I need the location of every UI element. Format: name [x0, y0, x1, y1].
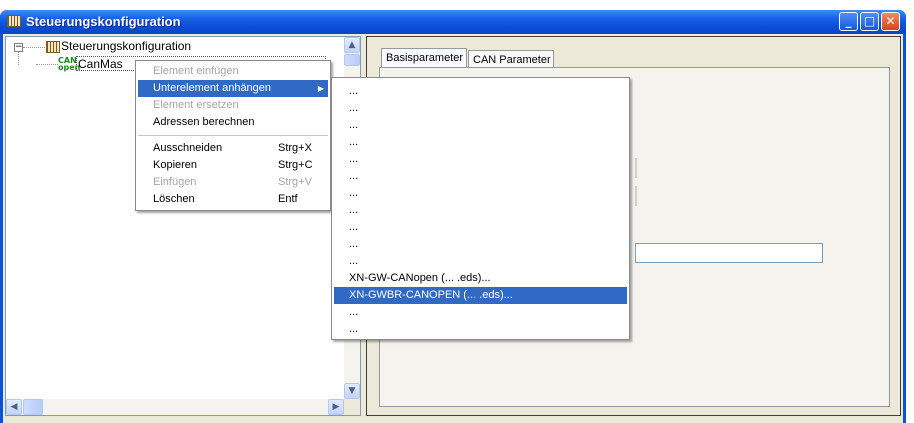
menu-shortcut: Strg+X [278, 142, 312, 154]
maximize-button[interactable]: □ [860, 12, 879, 31]
submenu-item[interactable]: ... [334, 83, 627, 100]
tree-connector [18, 52, 19, 65]
submenu-item-xn-gwbr-canopen[interactable]: XN-GWBR-CANOPEN (... .eds)... [334, 287, 627, 304]
title-bar[interactable]: Steuerungskonfiguration _ □ ✕ [0, 10, 906, 34]
context-menu: Element einfügen Unterelement anhängen ▶ … [135, 60, 331, 211]
menu-item-element-ersetzen[interactable]: Element ersetzen [138, 97, 328, 114]
submenu-arrow-icon: ▶ [317, 84, 324, 93]
tree-item-root[interactable]: Steuerungskonfiguration [61, 39, 191, 53]
field-edge [635, 158, 637, 178]
scroll-left-icon[interactable]: ◀ [6, 399, 22, 415]
submenu-item-label: ... [349, 153, 359, 165]
submenu-item-label: ... [349, 136, 359, 148]
controller-config-icon [7, 15, 21, 27]
menu-item-label: Adressen berechnen [153, 116, 255, 128]
menu-item-label: Ausschneiden [153, 142, 223, 154]
menu-item-label: Element einfügen [153, 65, 239, 77]
menu-item-label: Löschen [153, 193, 195, 205]
window-title: Steuerungskonfiguration [26, 14, 181, 29]
controller-config-icon [46, 41, 60, 53]
collapse-icon[interactable]: − [14, 43, 23, 52]
menu-item-einfuegen[interactable]: Einfügen Strg+V [138, 174, 328, 191]
menu-item-unterelement-anhaengen[interactable]: Unterelement anhängen ▶ [138, 80, 328, 97]
menu-item-loeschen[interactable]: Löschen Entf [138, 191, 328, 208]
close-button[interactable]: ✕ [881, 12, 900, 31]
menu-shortcut: Strg+C [278, 159, 313, 171]
submenu-item[interactable]: ... [334, 236, 627, 253]
tree-item-label: CanMas [78, 57, 123, 71]
submenu-item-label: ... [349, 85, 359, 97]
tab-can-parameter[interactable]: CAN Parameter [468, 50, 554, 68]
submenu-item[interactable]: ... [334, 151, 627, 168]
scroll-down-icon[interactable]: ▼ [344, 383, 360, 399]
submenu-item-label: XN-GWBR-CANOPEN (... .eds)... [349, 289, 513, 301]
tree-connector [36, 64, 58, 65]
submenu-item-label: ... [349, 306, 359, 318]
submenu-item[interactable]: ... [334, 134, 627, 151]
scroll-up-icon[interactable]: ▲ [344, 37, 360, 53]
menu-shortcut: Strg+V [278, 176, 312, 188]
minimize-button[interactable]: _ [839, 12, 858, 31]
parameter-input[interactable] [635, 243, 823, 263]
submenu-item-label: ... [349, 204, 359, 216]
submenu-item-label: XN-GW-CANopen (... .eds)... [349, 272, 491, 284]
submenu-item-label: ... [349, 119, 359, 131]
menu-item-adressen-berechnen[interactable]: Adressen berechnen [138, 114, 328, 131]
submenu-item-label: ... [349, 323, 359, 335]
field-edge [635, 186, 637, 206]
scroll-thumb[interactable] [344, 54, 360, 66]
submenu-item-label: ... [349, 102, 359, 114]
submenu-item-label: ... [349, 170, 359, 182]
tree-horizontal-scrollbar[interactable]: ◀ ▶ [6, 399, 344, 415]
menu-item-ausschneiden[interactable]: Ausschneiden Strg+X [138, 140, 328, 157]
tab-basisparameter[interactable]: Basisparameter [381, 48, 467, 68]
menu-shortcut: Entf [278, 193, 298, 205]
menu-separator [138, 135, 328, 137]
submenu-item[interactable]: ... [334, 100, 627, 117]
can-open-icon: CAN open [58, 56, 81, 72]
submenu-item[interactable]: ... [334, 253, 627, 270]
submenu-item[interactable]: ... [334, 321, 627, 338]
menu-item-element-einfuegen[interactable]: Element einfügen [138, 63, 328, 80]
menu-item-label: Unterelement anhängen [153, 82, 272, 94]
submenu-item[interactable]: ... [334, 168, 627, 185]
scroll-thumb[interactable] [23, 399, 43, 415]
submenu: ... ... ... ... ... ... ... ... ... ... … [331, 77, 630, 340]
submenu-item[interactable]: ... [334, 202, 627, 219]
menu-item-label: Kopieren [153, 159, 198, 171]
menu-item-label: Einfügen [153, 176, 197, 188]
submenu-item[interactable]: ... [334, 185, 627, 202]
scroll-right-icon[interactable]: ▶ [328, 399, 344, 415]
submenu-item-label: ... [349, 221, 359, 233]
menu-item-kopieren[interactable]: Kopieren Strg+C [138, 157, 328, 174]
submenu-item-label: ... [349, 187, 359, 199]
menu-item-label: Element ersetzen [153, 99, 239, 111]
scrollbar-corner [344, 399, 360, 415]
submenu-item-label: ... [349, 238, 359, 250]
submenu-item[interactable]: ... [334, 304, 627, 321]
tree-connector [23, 47, 45, 48]
submenu-item-xn-gw-canopen[interactable]: XN-GW-CANopen (... .eds)... [334, 270, 627, 287]
submenu-item-label: ... [349, 255, 359, 267]
submenu-item[interactable]: ... [334, 117, 627, 134]
submenu-item[interactable]: ... [334, 219, 627, 236]
